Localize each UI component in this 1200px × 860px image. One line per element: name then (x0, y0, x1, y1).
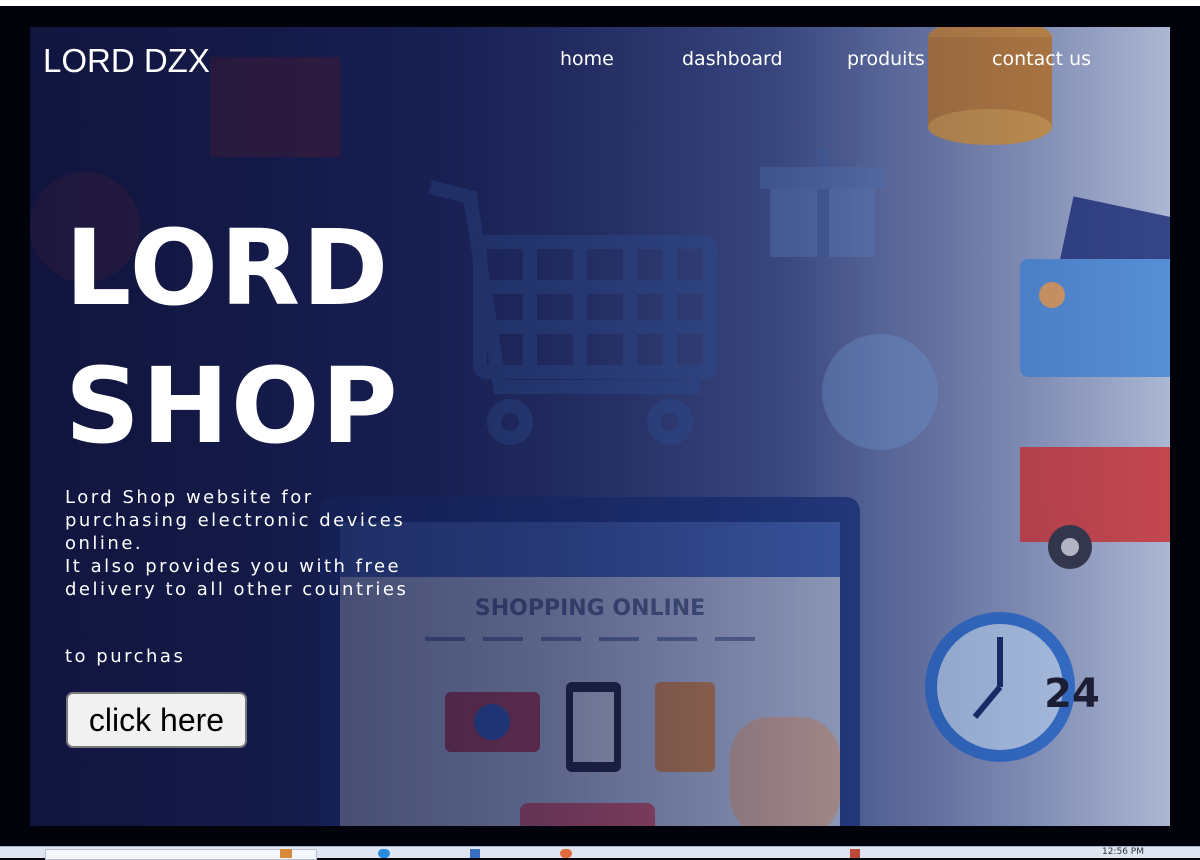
description-line: online. (65, 533, 144, 554)
description-line: purchasing electronic devices (65, 510, 406, 531)
hand-icon (730, 717, 840, 826)
taskbar-clock[interactable]: 12:56 PM (1102, 847, 1144, 857)
main-nav: home dashboard produits contact us (30, 48, 1170, 78)
description-line: delivery to all other countries (65, 579, 409, 600)
page-viewport: SHOPPING ONLINE 24 LORD DZX home dashboa… (30, 27, 1170, 826)
screen-heading-text: SHOPPING ONLINE (475, 596, 705, 621)
cta-strip-icon (520, 803, 655, 826)
nav-link-dashboard[interactable]: dashboard (682, 48, 783, 70)
nav-link-produits[interactable]: produits (847, 48, 925, 70)
shopping-cart-icon (428, 180, 717, 445)
nav-link-contact-us[interactable]: contact us (992, 48, 1091, 70)
delivery-truck-icon (1020, 447, 1170, 569)
gift-icon (760, 147, 885, 257)
sale-circle-icon (822, 334, 938, 450)
hero-title-line: LORD (65, 207, 391, 329)
hero-subtext: to purchas (65, 646, 186, 667)
os-taskbar: 12:56 PM (0, 846, 1200, 860)
description-line: Lord Shop website for (65, 487, 314, 508)
hero-title: LORD SHOP (65, 199, 400, 475)
coins-icon (928, 27, 1052, 145)
taskbar-app-window[interactable] (45, 849, 317, 860)
hero-description: Lord Shop website for purchasing electro… (65, 486, 465, 601)
hero-title-line: SHOP (65, 345, 400, 467)
clock-badge-text: 24 (1044, 671, 1100, 717)
credit-card-icon (1020, 196, 1170, 377)
nav-link-home[interactable]: home (560, 48, 614, 70)
description-line: It also provides you with free (65, 556, 402, 577)
click-here-button[interactable]: click here (66, 692, 247, 748)
browser-frame-top (0, 0, 1200, 6)
